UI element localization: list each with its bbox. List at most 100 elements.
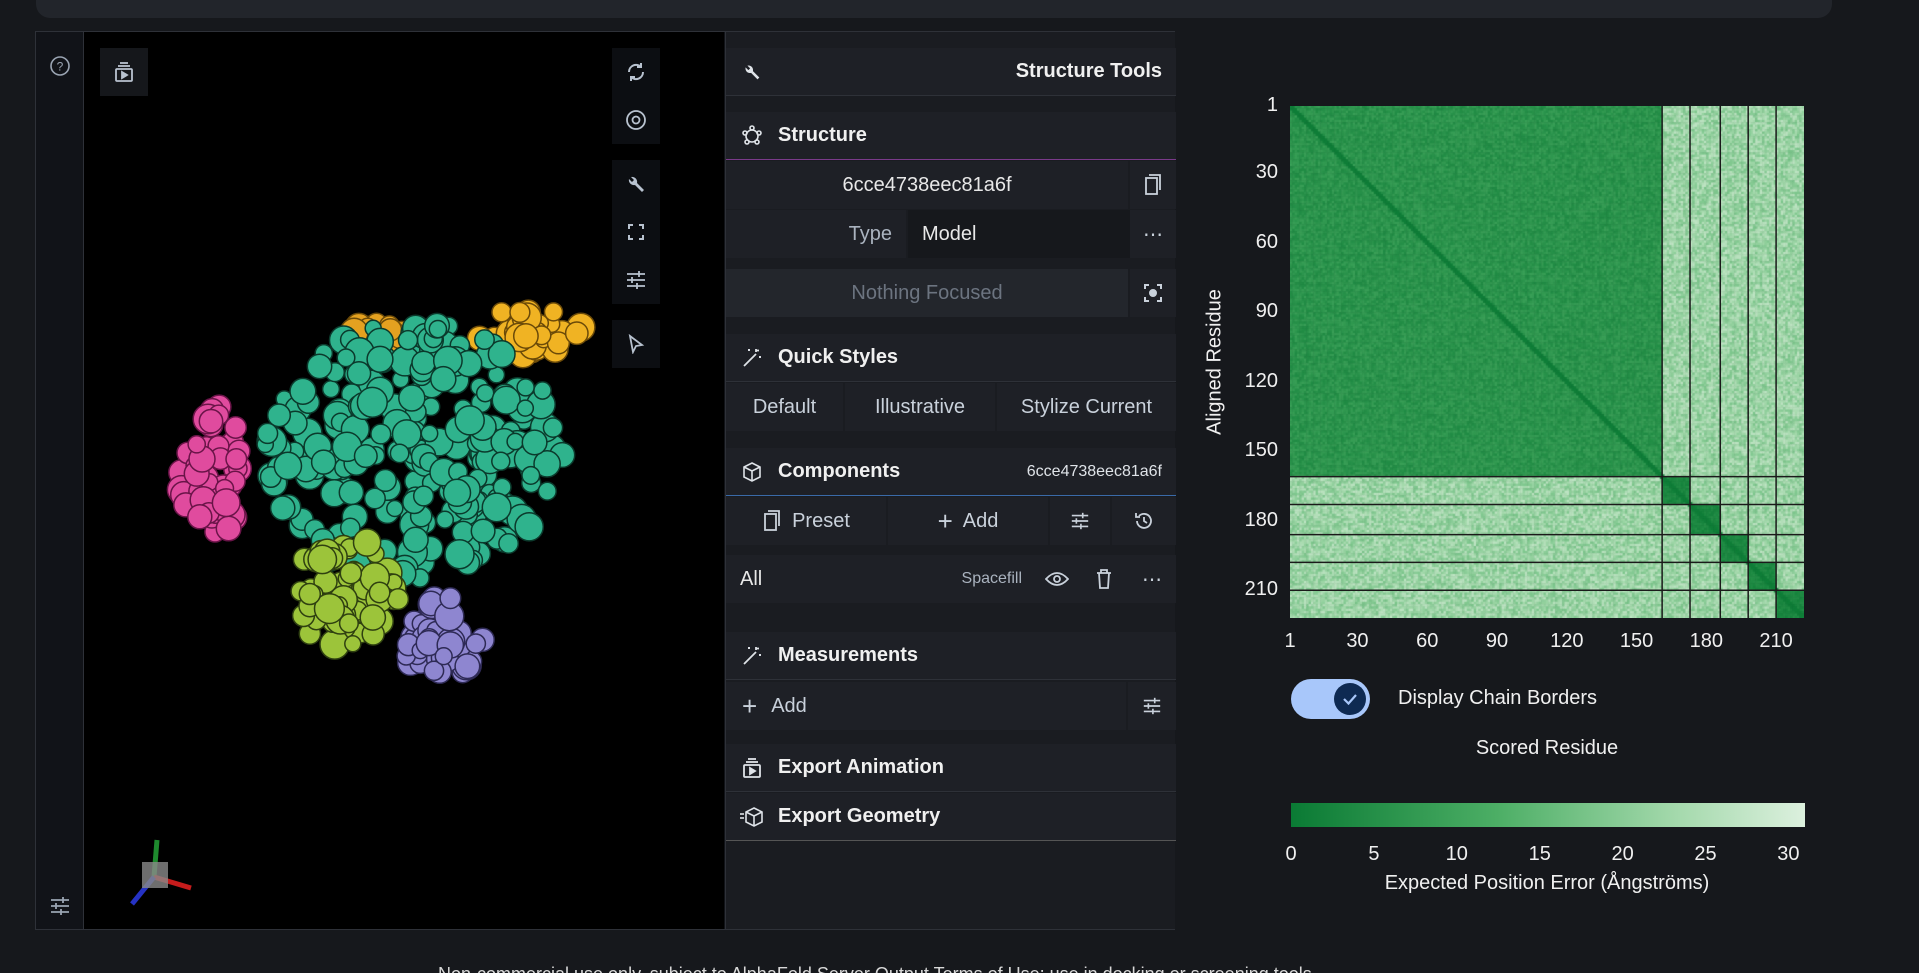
structure-header[interactable]: Structure [726,112,1176,160]
atom-sphere [187,504,213,530]
trash-icon[interactable] [1080,555,1128,603]
atom-sphere [386,499,404,518]
plus-icon: + [742,690,758,721]
bookmark-icon[interactable] [1130,161,1176,209]
focus-target-icon[interactable] [1130,269,1176,317]
check-icon [1334,683,1366,715]
atom-sphere [475,383,495,403]
components-actions: Preset + Add [726,497,1176,545]
measure-wand-icon [726,644,778,668]
atom-sphere [521,429,548,456]
atom-sphere [491,451,511,472]
preset-label: Preset [792,509,850,532]
atom-sphere [298,582,322,606]
viewport-settings-icon[interactable] [612,256,660,304]
svg-text:?: ? [57,60,64,74]
atom-sphere [289,377,317,405]
eye-icon[interactable] [1034,555,1080,603]
atom-sphere [537,481,557,501]
atom-sphere [533,381,552,400]
wrench-icon [726,61,778,83]
component-more-icon[interactable]: ⋯ [1128,555,1176,603]
atom-sphere [402,526,429,554]
atom-sphere [356,386,388,418]
quick-styles-header[interactable]: Quick Styles [726,334,1176,382]
selection-mode-icon[interactable] [612,320,660,368]
settings-sliders-icon[interactable] [46,892,74,920]
structure-tools-header: Structure Tools [726,48,1176,96]
atom-sphere [344,635,362,653]
x-axis-label: Scored Residue [1475,737,1619,759]
measurements-header[interactable]: Measurements [726,632,1176,680]
component-representation[interactable]: Spacefill [962,570,1022,588]
expand-icon[interactable] [612,208,660,256]
component-label[interactable]: All [740,568,762,591]
focus-row: Nothing Focused [726,269,1176,317]
atom-sphere [273,451,303,481]
molstar-viewer: ? Structure Tools Structure 6cce4738eec8… [35,31,1176,930]
add-component-button[interactable]: + Add [888,497,1048,545]
cube-icon [726,461,778,483]
atom-sphere [442,478,472,508]
atom-sphere [470,518,496,544]
atom-sphere [521,465,541,485]
axes-indicator [130,839,192,906]
atom-sphere [474,329,495,351]
atom-sphere [306,353,333,380]
y-tick-label: 1 [1266,94,1278,116]
atom-sphere [269,495,296,521]
atom-sphere [353,444,378,469]
screenshot-icon[interactable] [612,96,660,144]
components-structure-id: 6cce4738eec81a6f [1026,462,1162,480]
style-stylize-current-button[interactable]: Stylize Current [997,383,1176,431]
y-tick-label: 90 [1255,300,1278,323]
panel-title: Structure Tools [1015,60,1162,82]
y-tick-label: 150 [1244,439,1278,462]
atom-sphere [346,361,372,386]
history-icon[interactable] [1112,497,1176,545]
reset-camera-icon[interactable] [612,48,660,96]
preset-button[interactable]: Preset [726,497,886,545]
atom-sphere [368,581,391,604]
style-illustrative-button[interactable]: Illustrative [845,383,995,431]
atom-sphere [430,365,457,393]
structure-tools-panel: Structure Tools Structure 6cce4738eec81a… [725,32,1176,929]
atom-sphere [211,488,241,518]
atom-sphere [389,443,410,464]
atom-sphere [542,417,564,438]
chain-borders-toggle[interactable] [1291,679,1370,719]
top-strip [36,0,1832,18]
style-default-button[interactable]: Default [726,383,843,431]
export-animation-header[interactable]: Export Animation [726,744,1176,792]
geometry-export-icon [726,806,778,828]
atom-sphere [339,561,363,585]
structure-id[interactable]: 6cce4738eec81a6f [842,174,1011,197]
export-geometry-header[interactable]: Export Geometry [726,793,1176,841]
atom-sphere [543,302,564,322]
export-animation-title: Export Animation [778,756,944,778]
atom-sphere [412,485,435,507]
atom-sphere [491,301,512,323]
atom-sphere [506,432,525,451]
x-tick-label: 180 [1689,630,1723,652]
atom-sphere [224,416,248,439]
measurement-options-icon[interactable] [1128,682,1176,730]
pae-matrix[interactable] [1290,106,1804,618]
atom-sphere [266,403,292,428]
atom-sphere [366,345,394,373]
wrench-icon[interactable] [612,160,660,208]
component-options-icon[interactable] [1050,497,1110,545]
animation-icon [726,756,778,780]
y-tick-label: 120 [1244,369,1278,392]
atom-sphere [338,479,365,506]
colorbar-tick-label: 0 [1285,843,1297,865]
y-tick-label: 180 [1244,508,1278,531]
style-illustrative-label: Illustrative [874,395,966,418]
more-options-icon[interactable]: ⋯ [1130,210,1176,258]
type-select[interactable]: Model [922,223,976,246]
help-icon[interactable]: ? [46,52,74,80]
components-header[interactable]: Components 6cce4738eec81a6f [726,448,1176,496]
add-measurement-button[interactable]: + Add [726,682,1126,730]
atom-sphere [465,633,487,654]
pae-colorbar [1291,803,1805,827]
